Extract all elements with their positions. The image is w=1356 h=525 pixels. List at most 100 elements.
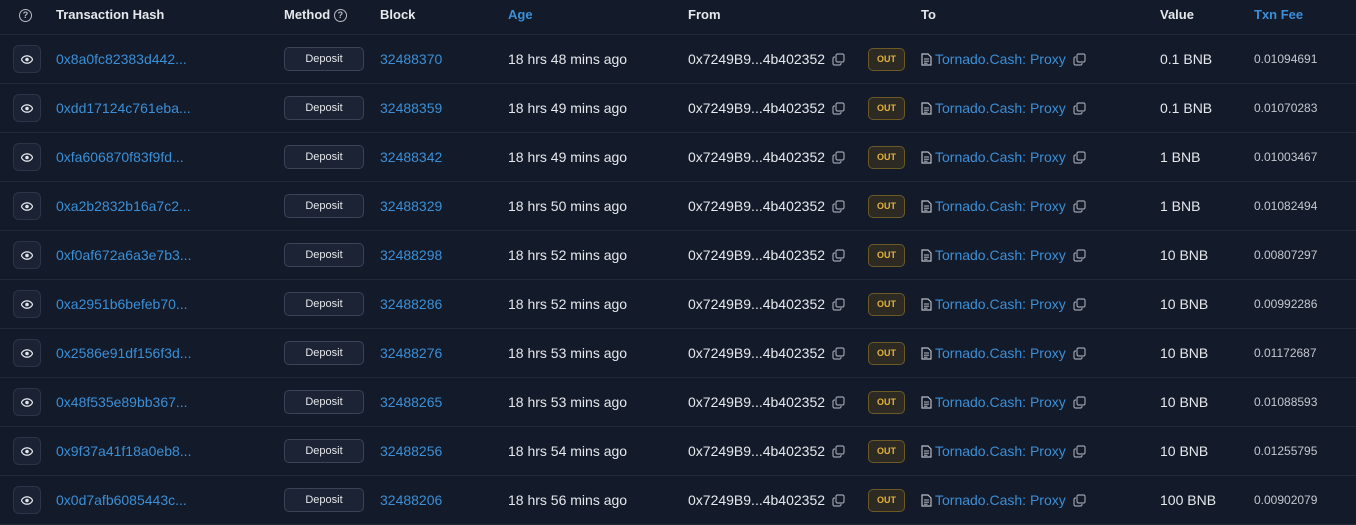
to-address-link[interactable]: Tornado.Cash: Proxy bbox=[935, 100, 1066, 116]
copy-icon[interactable] bbox=[832, 248, 845, 262]
transaction-hash-link[interactable]: 0xf0af672a6a3e7b3... bbox=[56, 247, 191, 263]
transaction-hash-link[interactable]: 0xa2b2832b16a7c2... bbox=[56, 198, 191, 214]
block-link[interactable]: 32488256 bbox=[380, 443, 442, 459]
direction-cell: OUT bbox=[868, 476, 905, 524]
to-cell: Tornado.Cash: Proxy bbox=[921, 35, 1086, 83]
block-link[interactable]: 32488359 bbox=[380, 100, 442, 116]
copy-icon[interactable] bbox=[832, 395, 845, 409]
copy-icon[interactable] bbox=[832, 150, 845, 164]
copy-icon[interactable] bbox=[1073, 444, 1086, 458]
eye-icon[interactable] bbox=[13, 437, 41, 465]
contract-icon bbox=[921, 52, 932, 66]
header-age-toggle[interactable]: Age bbox=[508, 0, 533, 34]
transaction-hash-link[interactable]: 0xa2951b6befeb70... bbox=[56, 296, 188, 312]
to-address-link[interactable]: Tornado.Cash: Proxy bbox=[935, 247, 1066, 263]
table-row: 0xf0af672a6a3e7b3... Deposit 32488298 18 hr… bbox=[0, 231, 1356, 280]
value-cell: 1 BNB bbox=[1160, 133, 1200, 181]
age-cell: 18 hrs 53 mins ago bbox=[508, 378, 627, 426]
to-address-link[interactable]: Tornado.Cash: Proxy bbox=[935, 443, 1066, 459]
copy-icon[interactable] bbox=[1073, 395, 1086, 409]
transaction-hash-link[interactable]: 0xdd17124c761eba... bbox=[56, 100, 191, 116]
fee-cell: 0.01172687 bbox=[1254, 329, 1317, 377]
copy-icon[interactable] bbox=[1073, 248, 1086, 262]
copy-icon[interactable] bbox=[832, 52, 845, 66]
txn-fee-text: 0.01255795 bbox=[1254, 444, 1318, 458]
from-cell: 0x7249B9...4b402352 bbox=[688, 84, 845, 132]
block-link[interactable]: 32488329 bbox=[380, 198, 442, 214]
header-help-icon[interactable]: ? bbox=[19, 0, 32, 34]
copy-icon[interactable] bbox=[1073, 101, 1086, 115]
txn-fee-text: 0.00992286 bbox=[1254, 297, 1318, 311]
block-link[interactable]: 32488342 bbox=[380, 149, 442, 165]
fee-cell: 0.00807297 bbox=[1254, 231, 1317, 279]
out-badge: OUT bbox=[868, 145, 905, 169]
out-badge: OUT bbox=[868, 439, 905, 463]
from-address: 0x7249B9...4b402352 bbox=[688, 51, 826, 67]
header-txn-fee-toggle[interactable]: Txn Fee bbox=[1254, 0, 1303, 34]
eye-icon[interactable] bbox=[13, 339, 41, 367]
to-address-link[interactable]: Tornado.Cash: Proxy bbox=[935, 492, 1066, 508]
value-cell: 10 BNB bbox=[1160, 427, 1208, 475]
copy-icon[interactable] bbox=[1073, 52, 1086, 66]
copy-icon[interactable] bbox=[832, 493, 845, 507]
fee-cell: 0.00992286 bbox=[1254, 280, 1317, 328]
to-address-link[interactable]: Tornado.Cash: Proxy bbox=[935, 345, 1066, 361]
fee-cell: 0.01070283 bbox=[1254, 84, 1317, 132]
block-cell: 32488329 bbox=[380, 182, 442, 230]
to-address-link[interactable]: Tornado.Cash: Proxy bbox=[935, 51, 1066, 67]
transaction-hash-link[interactable]: 0x0d7afb6085443c... bbox=[56, 492, 187, 508]
to-address-link[interactable]: Tornado.Cash: Proxy bbox=[935, 296, 1066, 312]
to-address-link[interactable]: Tornado.Cash: Proxy bbox=[935, 394, 1066, 410]
block-link[interactable]: 32488370 bbox=[380, 51, 442, 67]
value-text: 1 BNB bbox=[1160, 149, 1201, 165]
value-text: 10 BNB bbox=[1160, 345, 1209, 361]
copy-icon[interactable] bbox=[1073, 493, 1086, 507]
transaction-hash-link[interactable]: 0x2586e91df156f3d... bbox=[56, 345, 191, 361]
transaction-hash-link[interactable]: 0xfa606870f83f9fd... bbox=[56, 149, 184, 165]
copy-icon[interactable] bbox=[832, 346, 845, 360]
transaction-hash-link[interactable]: 0x8a0fc82383d442... bbox=[56, 51, 187, 67]
block-link[interactable]: 32488286 bbox=[380, 296, 442, 312]
copy-icon[interactable] bbox=[1073, 150, 1086, 164]
direction-cell: OUT bbox=[868, 84, 905, 132]
copy-icon[interactable] bbox=[832, 101, 845, 115]
copy-icon[interactable] bbox=[832, 444, 845, 458]
hash-cell: 0xfa606870f83f9fd... bbox=[56, 133, 184, 181]
block-link[interactable]: 32488298 bbox=[380, 247, 442, 263]
copy-icon[interactable] bbox=[1073, 346, 1086, 360]
copy-icon[interactable] bbox=[1073, 199, 1086, 213]
eye-icon[interactable] bbox=[13, 290, 41, 318]
copy-icon[interactable] bbox=[832, 297, 845, 311]
block-link[interactable]: 32488265 bbox=[380, 394, 442, 410]
table-row: 0xfa606870f83f9fd... Deposit 32488342 18 hr… bbox=[0, 133, 1356, 182]
eye-icon[interactable] bbox=[13, 388, 41, 416]
method-help-icon[interactable]: ? bbox=[333, 9, 347, 23]
transaction-hash-link[interactable]: 0x9f37a41f18a0eb8... bbox=[56, 443, 191, 459]
block-link[interactable]: 32488206 bbox=[380, 492, 442, 508]
header-block: Block bbox=[380, 7, 416, 22]
eye-icon[interactable] bbox=[13, 192, 41, 220]
copy-icon[interactable] bbox=[832, 199, 845, 213]
eye-icon[interactable] bbox=[13, 143, 41, 171]
block-cell: 32488370 bbox=[380, 35, 442, 83]
to-address-link[interactable]: Tornado.Cash: Proxy bbox=[935, 198, 1066, 214]
age-text: 18 hrs 56 mins ago bbox=[508, 492, 628, 508]
txn-fee-text: 0.01003467 bbox=[1254, 150, 1318, 164]
from-address: 0x7249B9...4b402352 bbox=[688, 345, 826, 361]
row-preview-cell bbox=[13, 35, 41, 83]
eye-icon[interactable] bbox=[13, 241, 41, 269]
direction-cell: OUT bbox=[868, 427, 905, 475]
block-link[interactable]: 32488276 bbox=[380, 345, 442, 361]
value-text: 0.1 BNB bbox=[1160, 51, 1213, 67]
transaction-hash-link[interactable]: 0x48f535e89bb367... bbox=[56, 394, 188, 410]
table-row: 0x8a0fc82383d442... Deposit 32488370 18 hrs… bbox=[0, 35, 1356, 84]
method-cell: Deposit bbox=[284, 280, 364, 328]
eye-icon[interactable] bbox=[13, 45, 41, 73]
value-cell: 10 BNB bbox=[1160, 280, 1208, 328]
eye-icon[interactable] bbox=[13, 94, 41, 122]
copy-icon[interactable] bbox=[1073, 297, 1086, 311]
direction-cell: OUT bbox=[868, 231, 905, 279]
to-address-link[interactable]: Tornado.Cash: Proxy bbox=[935, 149, 1066, 165]
block-cell: 32488286 bbox=[380, 280, 442, 328]
eye-icon[interactable] bbox=[13, 486, 41, 514]
